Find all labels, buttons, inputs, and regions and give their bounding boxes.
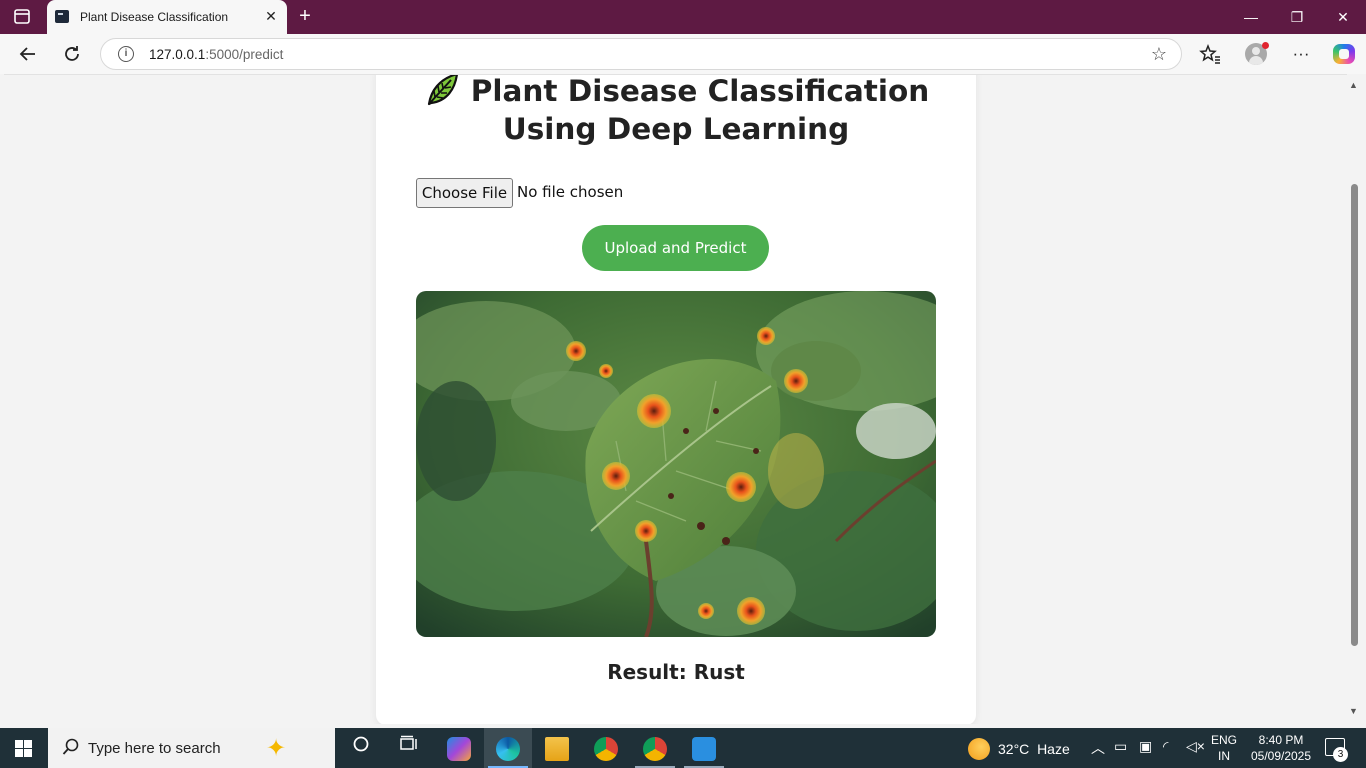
search-placeholder: Type here to search xyxy=(88,740,221,757)
browser-tab[interactable]: Plant Disease Classification ✕ xyxy=(47,0,287,34)
favorite-star-icon[interactable]: ☆ xyxy=(1151,44,1167,65)
url-host: 127.0.0.1 xyxy=(149,47,206,62)
scroll-up-arrow-icon[interactable]: ▲ xyxy=(1349,80,1358,90)
back-arrow-icon[interactable] xyxy=(14,40,42,68)
sparkle-icon: ✦ xyxy=(266,735,287,762)
cortana-icon[interactable] xyxy=(341,734,381,764)
file-status-text: No file chosen xyxy=(517,183,624,201)
scroll-down-arrow-icon[interactable]: ▼ xyxy=(1349,706,1358,716)
refresh-icon[interactable] xyxy=(58,40,86,68)
chrome-profile-icon[interactable] xyxy=(643,737,667,761)
upload-predict-button[interactable]: Upload and Predict xyxy=(582,225,769,271)
task-view-icon[interactable] xyxy=(388,734,428,764)
wifi-icon[interactable]: ◜ xyxy=(1163,738,1168,755)
clock-date: 05/09/2025 xyxy=(1250,749,1312,763)
weather-widget[interactable]: 32°C Haze xyxy=(968,738,1070,760)
leaf-icon xyxy=(427,75,458,106)
title-line-1: Plant Disease Classification xyxy=(470,74,930,108)
volume-muted-icon[interactable]: ◁× xyxy=(1186,738,1205,755)
main-card: Plant Disease Classification Using Deep … xyxy=(376,74,976,724)
prediction-result: Result: Rust xyxy=(607,660,745,684)
chevron-up-icon[interactable]: ︿ xyxy=(1091,738,1105,758)
chrome-icon[interactable] xyxy=(594,737,618,761)
tab-close-icon[interactable]: ✕ xyxy=(263,8,279,24)
battery-icon[interactable]: ▭ xyxy=(1114,738,1127,755)
close-window-button[interactable]: ✕ xyxy=(1320,0,1366,34)
edge-browser-icon[interactable] xyxy=(496,737,520,761)
weather-description: Haze xyxy=(1037,741,1070,757)
uploaded-leaf-image xyxy=(416,291,936,637)
search-icon xyxy=(62,738,80,761)
site-info-icon[interactable]: i xyxy=(118,46,134,62)
meet-now-icon[interactable]: ▣ xyxy=(1139,738,1152,755)
region-code: IN xyxy=(1218,749,1230,763)
profile-status-dot xyxy=(1262,42,1269,49)
favorites-icon[interactable] xyxy=(1196,40,1224,68)
tab-actions-icon[interactable] xyxy=(12,8,36,26)
url-path: :5000/predict xyxy=(205,47,284,62)
address-bar[interactable]: i 127.0.0.1:5000/predict ☆ xyxy=(100,38,1182,70)
scrollbar-thumb[interactable] xyxy=(1351,184,1358,646)
page-title: Plant Disease Classification Using Deep … xyxy=(376,74,976,148)
browser-title-bar: Plant Disease Classification ✕ + — ❐ ✕ xyxy=(0,0,1366,34)
minimize-button[interactable]: — xyxy=(1228,0,1274,34)
language-indicator[interactable]: ENG IN xyxy=(1208,732,1240,764)
system-clock[interactable]: 8:40 PM 05/09/2025 xyxy=(1244,732,1318,764)
language-code: ENG xyxy=(1210,733,1237,747)
vscode-icon[interactable] xyxy=(692,737,716,761)
windows-start-icon[interactable] xyxy=(15,740,32,757)
title-line-2: Using Deep Learning xyxy=(502,112,850,146)
haze-weather-icon xyxy=(968,738,990,760)
url-text[interactable]: 127.0.0.1:5000/predict xyxy=(149,47,283,62)
copilot-icon[interactable] xyxy=(1333,44,1355,64)
taskbar-search-box[interactable]: Type here to search ✦ xyxy=(48,728,335,768)
copilot-app-icon[interactable] xyxy=(447,737,471,761)
notification-count-badge: 3 xyxy=(1333,747,1348,762)
more-options-icon[interactable]: ··· xyxy=(1287,40,1315,68)
file-explorer-icon[interactable] xyxy=(545,737,569,761)
weather-temperature: 32°C xyxy=(998,741,1030,757)
windows-taskbar: Type here to search ✦ 32°C Haze ︿ ▭ ▣ ◜ … xyxy=(0,728,1366,768)
terminal-favicon-icon xyxy=(55,10,69,23)
new-tab-button[interactable]: + xyxy=(294,6,316,28)
clock-time: 8:40 PM xyxy=(1258,733,1304,747)
browser-toolbar: i 127.0.0.1:5000/predict ☆ ··· xyxy=(0,34,1366,74)
tab-title: Plant Disease Classification xyxy=(80,10,229,24)
choose-file-button[interactable]: Choose File xyxy=(416,178,513,208)
page-viewport: Plant Disease Classification Using Deep … xyxy=(4,74,1362,724)
restore-button[interactable]: ❐ xyxy=(1274,0,1320,34)
